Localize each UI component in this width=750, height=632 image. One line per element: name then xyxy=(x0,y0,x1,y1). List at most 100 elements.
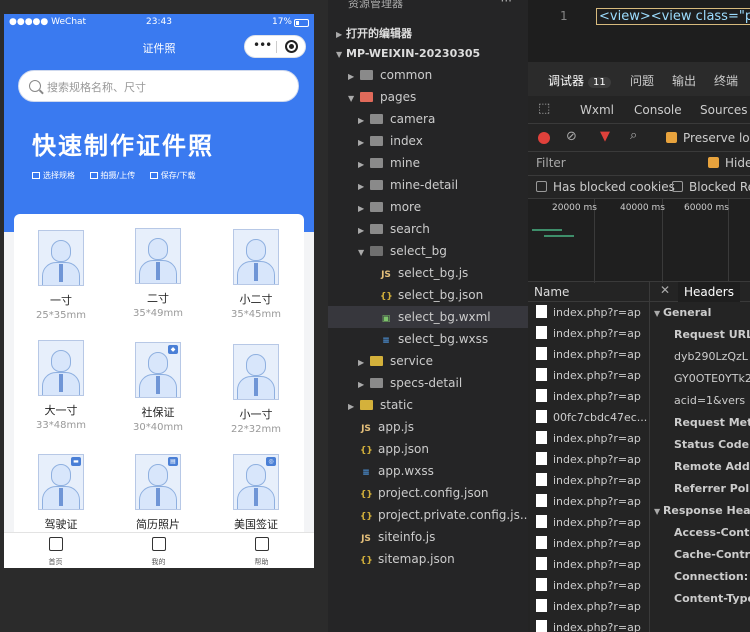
tree-item-service[interactable]: ▶ service xyxy=(328,350,528,372)
tab-wxml[interactable]: Wxml xyxy=(580,103,614,117)
tree-item-specs-detail[interactable]: ▶ specs-detail xyxy=(328,372,528,394)
code-editor[interactable]: 1 <view><view class="p xyxy=(528,0,750,62)
request-row[interactable]: index.php?r=ap xyxy=(528,512,649,533)
request-row[interactable]: 00fc7cbdc47ec... xyxy=(528,407,649,428)
close-icon[interactable] xyxy=(285,40,298,53)
network-filter-row: Filter Hide xyxy=(528,152,750,176)
request-row[interactable]: index.php?r=ap xyxy=(528,617,649,632)
tree-item-more[interactable]: ▶ more xyxy=(328,196,528,218)
section-general[interactable]: ▼ General xyxy=(650,302,750,324)
spec-item[interactable]: ◎ 美国签证 xyxy=(216,454,296,534)
more-icon[interactable]: ••• xyxy=(253,38,272,52)
preserve-log-toggle[interactable]: Preserve log xyxy=(666,131,750,145)
tree-item-index[interactable]: ▶ index xyxy=(328,130,528,152)
tree-item-select-bg-wxml[interactable]: ▣ select_bg.wxml xyxy=(328,306,528,328)
spec-item[interactable]: 一寸 25*35mm xyxy=(21,230,101,321)
search-input[interactable] xyxy=(47,78,287,96)
globe-icon: ◎ xyxy=(266,457,276,466)
record-icon[interactable] xyxy=(538,132,550,144)
tree-item-pages[interactable]: ▼ pages xyxy=(328,86,528,108)
spec-item[interactable]: 大一寸 33*48mm xyxy=(21,340,101,431)
request-row[interactable]: index.php?r=ap xyxy=(528,323,649,344)
request-row[interactable]: index.php?r=ap xyxy=(528,554,649,575)
header-key: Status Code: xyxy=(674,438,750,451)
tree-item-sitemap[interactable]: {} sitemap.json xyxy=(328,548,528,570)
tree-item-search[interactable]: ▶ search xyxy=(328,218,528,240)
portrait-icon: ◆ xyxy=(135,342,181,398)
wxml-file-icon: ▣ xyxy=(381,314,391,324)
tab-output[interactable]: 输出 xyxy=(672,72,696,89)
request-row[interactable]: index.php?r=ap xyxy=(528,575,649,596)
project-section[interactable]: ▼ MP-WEIXIN-20230305 xyxy=(336,47,480,60)
request-row[interactable]: index.php?r=ap xyxy=(528,491,649,512)
tree-item-siteinfo[interactable]: JS siteinfo.js xyxy=(328,526,528,548)
tab-label: 我的 xyxy=(151,558,166,566)
hide-data-urls-toggle[interactable]: Hide xyxy=(708,156,750,170)
spec-item[interactable]: ▬ 驾驶证 xyxy=(21,454,101,534)
tree-item-select-bg-json[interactable]: {} select_bg.json xyxy=(328,284,528,306)
spec-name: 简历照片 xyxy=(136,518,180,531)
blocked-requests-toggle[interactable]: Blocked Re xyxy=(672,180,750,194)
tab-problems[interactable]: 问题 xyxy=(630,72,654,89)
request-row[interactable]: index.php?r=ap xyxy=(528,302,649,323)
tree-item-select-bg-wxss[interactable]: ≡ select_bg.wxss xyxy=(328,328,528,350)
request-row[interactable]: index.php?r=ap xyxy=(528,470,649,491)
spec-item[interactable]: 小二寸 35*45mm xyxy=(216,229,296,320)
tab-debugger[interactable]: 调试器 11 xyxy=(548,72,611,89)
tree-item-select-bg-js[interactable]: JS select_bg.js xyxy=(328,262,528,284)
close-icon[interactable]: ✕ xyxy=(660,283,670,297)
tree-item-static[interactable]: ▶ static xyxy=(328,394,528,416)
tree-item-app-wxss[interactable]: ≡ app.wxss xyxy=(328,460,528,482)
network-timeline[interactable]: 20000 ms 40000 ms 60000 ms xyxy=(528,198,750,283)
line-number: 1 xyxy=(560,9,568,23)
tree-item-app-json[interactable]: {} app.json xyxy=(328,438,528,460)
tab-headers[interactable]: Headers xyxy=(678,282,740,302)
inspect-icon[interactable]: ⬚ xyxy=(538,101,550,116)
tab-home[interactable]: 首页 xyxy=(4,536,107,567)
tab-help[interactable]: 帮助 xyxy=(210,536,313,567)
document-icon xyxy=(536,326,547,339)
section-response-headers[interactable]: ▼ Response Hea xyxy=(650,500,750,522)
code-line[interactable]: <view><view class="p xyxy=(596,8,750,25)
spec-item[interactable]: ◆ 社保证 30*40mm xyxy=(118,342,198,433)
request-row[interactable]: index.php?r=ap xyxy=(528,596,649,617)
tree-item-mine-detail[interactable]: ▶ mine-detail xyxy=(328,174,528,196)
tree-item-select-bg[interactable]: ▼ select_bg xyxy=(328,240,528,262)
timeline-bar xyxy=(532,229,562,231)
spec-item[interactable]: 二寸 35*49mm xyxy=(118,228,198,319)
request-row[interactable]: index.php?r=ap xyxy=(528,386,649,407)
filter-icon[interactable]: ▼ xyxy=(600,129,610,144)
search-icon[interactable]: ⌕ xyxy=(630,128,637,143)
tree-item-project-private-config[interactable]: {} project.private.config.js... xyxy=(328,504,531,526)
column-name[interactable]: Name xyxy=(528,282,649,302)
request-row[interactable]: index.php?r=ap xyxy=(528,449,649,470)
tree-item-mine[interactable]: ▶ mine xyxy=(328,152,528,174)
search-bar[interactable] xyxy=(18,70,299,102)
clear-icon[interactable]: ⊘ xyxy=(566,129,577,144)
spec-name: 小一寸 xyxy=(239,408,273,421)
tab-terminal[interactable]: 终端 xyxy=(714,72,738,89)
request-row[interactable]: index.php?r=ap xyxy=(528,533,649,554)
request-row[interactable]: index.php?r=ap xyxy=(528,344,649,365)
spec-grid: 一寸 25*35mm 二寸 35*49mm 小二寸 35*45mm 大一寸 33… xyxy=(14,214,304,554)
spec-item[interactable]: 小一寸 22*32mm xyxy=(216,344,296,435)
js-file-icon: JS xyxy=(361,424,371,434)
spec-item[interactable]: ▤ 简历照片 xyxy=(118,454,198,534)
tree-item-app-js[interactable]: JS app.js xyxy=(328,416,528,438)
tab-mine[interactable]: 我的 xyxy=(107,536,210,567)
open-editors-section[interactable]: ▶ 打开的编辑器 xyxy=(336,25,412,41)
tree-item-project-config[interactable]: {} project.config.json xyxy=(328,482,528,504)
more-actions-icon[interactable]: ··· xyxy=(501,0,512,8)
tab-console[interactable]: Console xyxy=(634,103,682,117)
tree-item-camera[interactable]: ▶ camera xyxy=(328,108,528,130)
blocked-cookies-toggle[interactable]: Has blocked cookies xyxy=(536,180,675,194)
folder-icon xyxy=(360,400,373,410)
filter-input[interactable]: Filter xyxy=(536,156,566,170)
tree-item-common[interactable]: ▶ common xyxy=(328,64,528,86)
header-key: Request URL: xyxy=(674,328,750,341)
save-icon xyxy=(149,172,158,179)
request-row[interactable]: index.php?r=ap xyxy=(528,365,649,386)
header-key: Connection: xyxy=(674,570,749,583)
request-row[interactable]: index.php?r=ap xyxy=(528,428,649,449)
tab-sources[interactable]: Sources xyxy=(700,103,747,117)
